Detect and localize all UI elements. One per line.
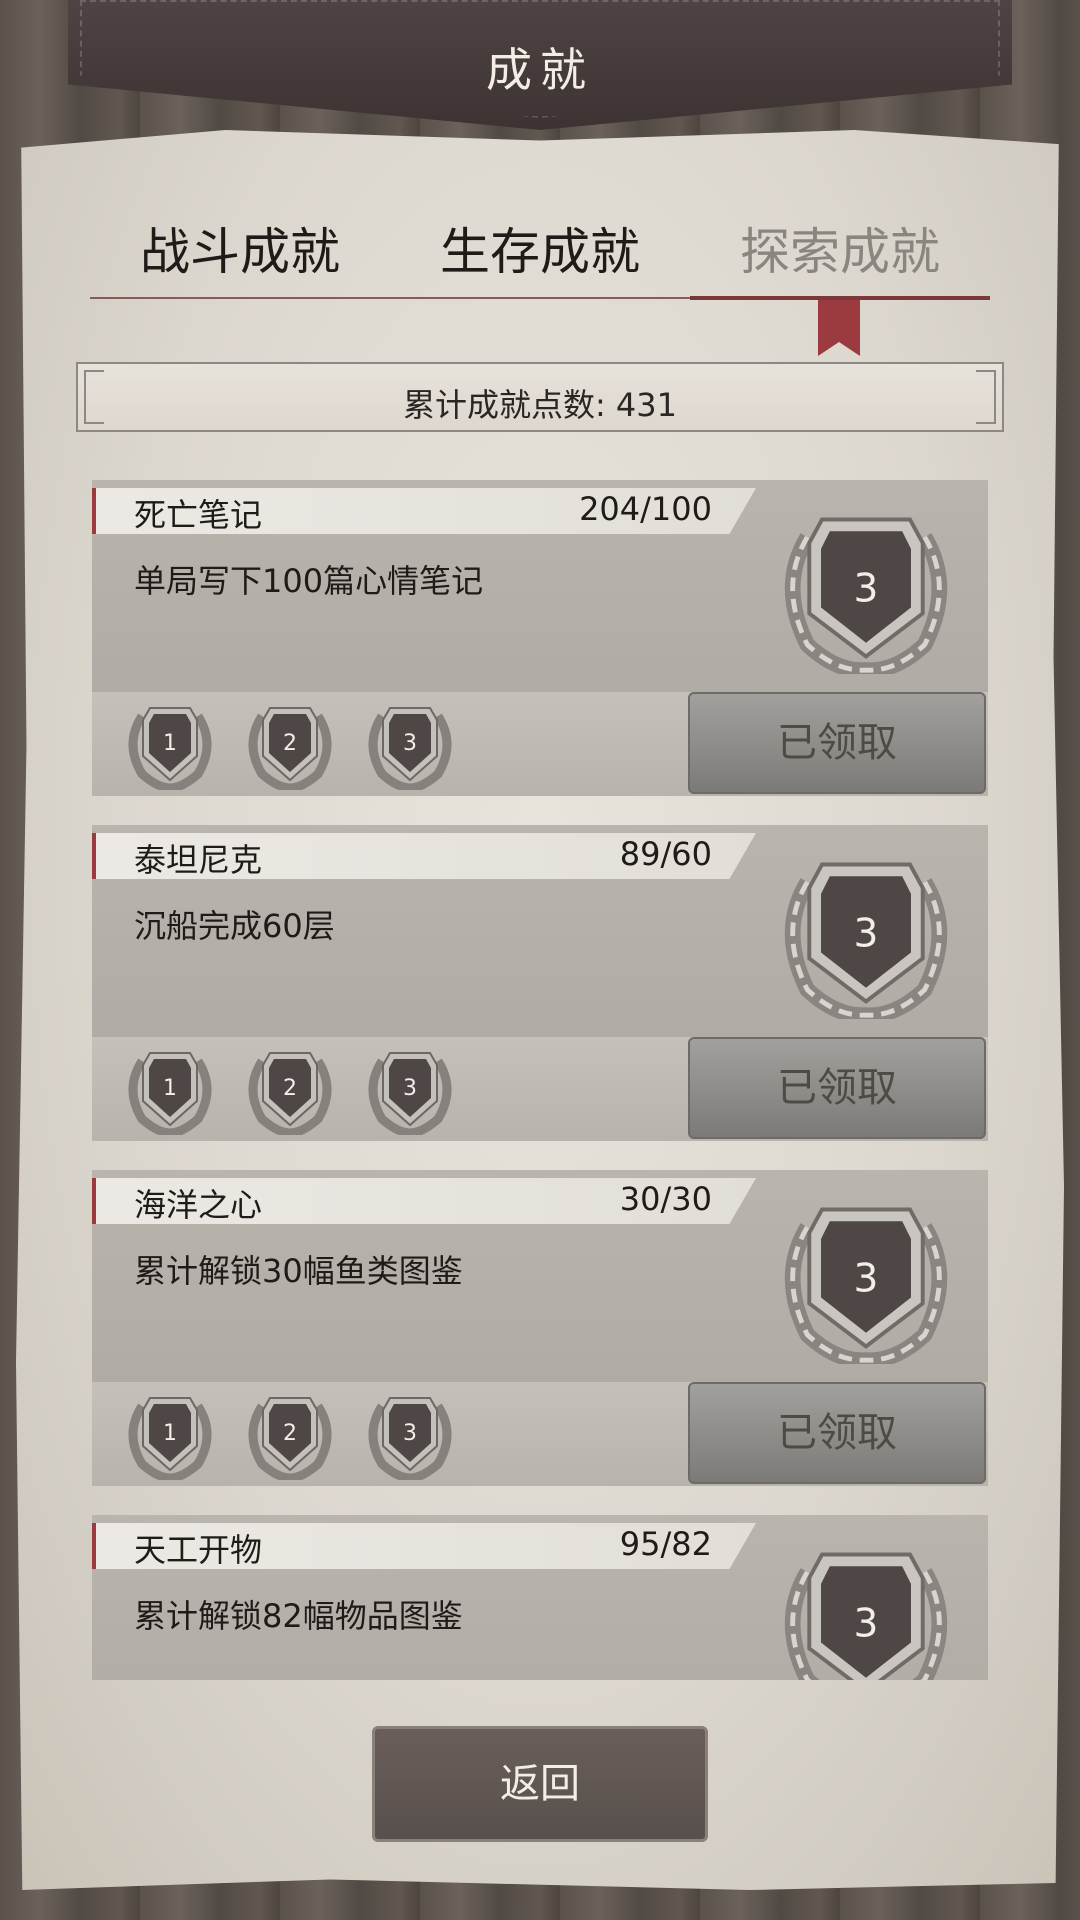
achievement-progress: 204/100	[579, 490, 712, 528]
achievement-name: 天工开物	[134, 1531, 263, 1569]
tab-exploration[interactable]: 探索成就	[690, 212, 990, 284]
achievement-progress: 95/82	[619, 1525, 712, 1563]
claimed-button[interactable]: 已领取	[688, 1037, 986, 1139]
achievement-points-text: 累计成就点数: 431	[402, 386, 678, 424]
laurel-medal-icon: 2	[248, 1397, 332, 1480]
laurel-medal-icon: 3	[784, 517, 948, 674]
big-medal-level: 3	[854, 1602, 879, 1647]
achievement-description: 沉船完成60层	[134, 907, 335, 945]
tab-bar: 战斗成就 生存成就 探索成就	[90, 212, 990, 302]
big-medal-level: 3	[854, 1257, 879, 1302]
tier-label: 1	[163, 731, 177, 756]
achievement-name: 泰坦尼克	[134, 841, 263, 879]
laurel-medal-icon: 1	[128, 1052, 212, 1135]
claimed-button[interactable]: 已领取	[688, 1382, 986, 1484]
big-medal-level: 3	[854, 567, 879, 612]
big-medal-level: 3	[854, 912, 879, 957]
achievement-points-box: 累计成就点数: 431	[76, 362, 1004, 432]
laurel-medal-icon: 2	[248, 1052, 332, 1135]
achievement-progress: 30/30	[619, 1180, 712, 1218]
achievement-description: 累计解锁30幅鱼类图鉴	[134, 1252, 463, 1290]
page-title: 成就	[486, 43, 594, 97]
achievement-card: 天工开物 95/82 累计解锁82幅物品图鉴 3	[92, 1515, 988, 1680]
achievement-card: 死亡笔记 204/100 单局写下100篇心情笔记 3 1 2 3 已领取	[92, 480, 988, 796]
achievement-card: 海洋之心 30/30 累计解锁30幅鱼类图鉴 3 1 2 3 已领取	[92, 1170, 988, 1486]
achievement-card: 泰坦尼克 89/60 沉船完成60层 3 1 2 3 已领取	[92, 825, 988, 1141]
achievement-description: 单局写下100篇心情笔记	[134, 562, 484, 600]
laurel-medal-icon: 2	[248, 707, 332, 790]
laurel-medal-icon: 3	[784, 862, 948, 1019]
tier-label: 2	[283, 731, 297, 756]
tier-label: 3	[403, 1076, 417, 1101]
tab-active-underline	[690, 296, 990, 300]
laurel-medal-icon: 3	[368, 707, 452, 790]
tier-label: 1	[163, 1076, 177, 1101]
claimed-button[interactable]: 已领取	[688, 692, 986, 794]
laurel-medal-icon: 3	[784, 1207, 948, 1364]
tier-label: 2	[283, 1076, 297, 1101]
achievement-name: 海洋之心	[134, 1186, 263, 1224]
laurel-medal-icon: 3	[368, 1397, 452, 1480]
tier-label: 3	[403, 731, 417, 756]
tab-battle[interactable]: 战斗成就	[90, 212, 390, 284]
tier-label: 2	[283, 1421, 297, 1446]
achievement-name: 死亡笔记	[134, 496, 263, 534]
laurel-medal-icon: 1	[128, 707, 212, 790]
laurel-medal-icon: 3	[784, 1552, 948, 1680]
back-button[interactable]: 返回	[372, 1726, 708, 1842]
tier-label: 1	[163, 1421, 177, 1446]
achievement-description: 累计解锁82幅物品图鉴	[134, 1597, 463, 1635]
laurel-medal-icon: 3	[368, 1052, 452, 1135]
achievement-list[interactable]: 死亡笔记 204/100 单局写下100篇心情笔记 3 1 2 3 已领取 泰坦…	[92, 480, 988, 1680]
tab-survival[interactable]: 生存成就	[390, 212, 690, 284]
tier-label: 3	[403, 1421, 417, 1446]
achievement-progress: 89/60	[619, 835, 712, 873]
laurel-medal-icon: 1	[128, 1397, 212, 1480]
